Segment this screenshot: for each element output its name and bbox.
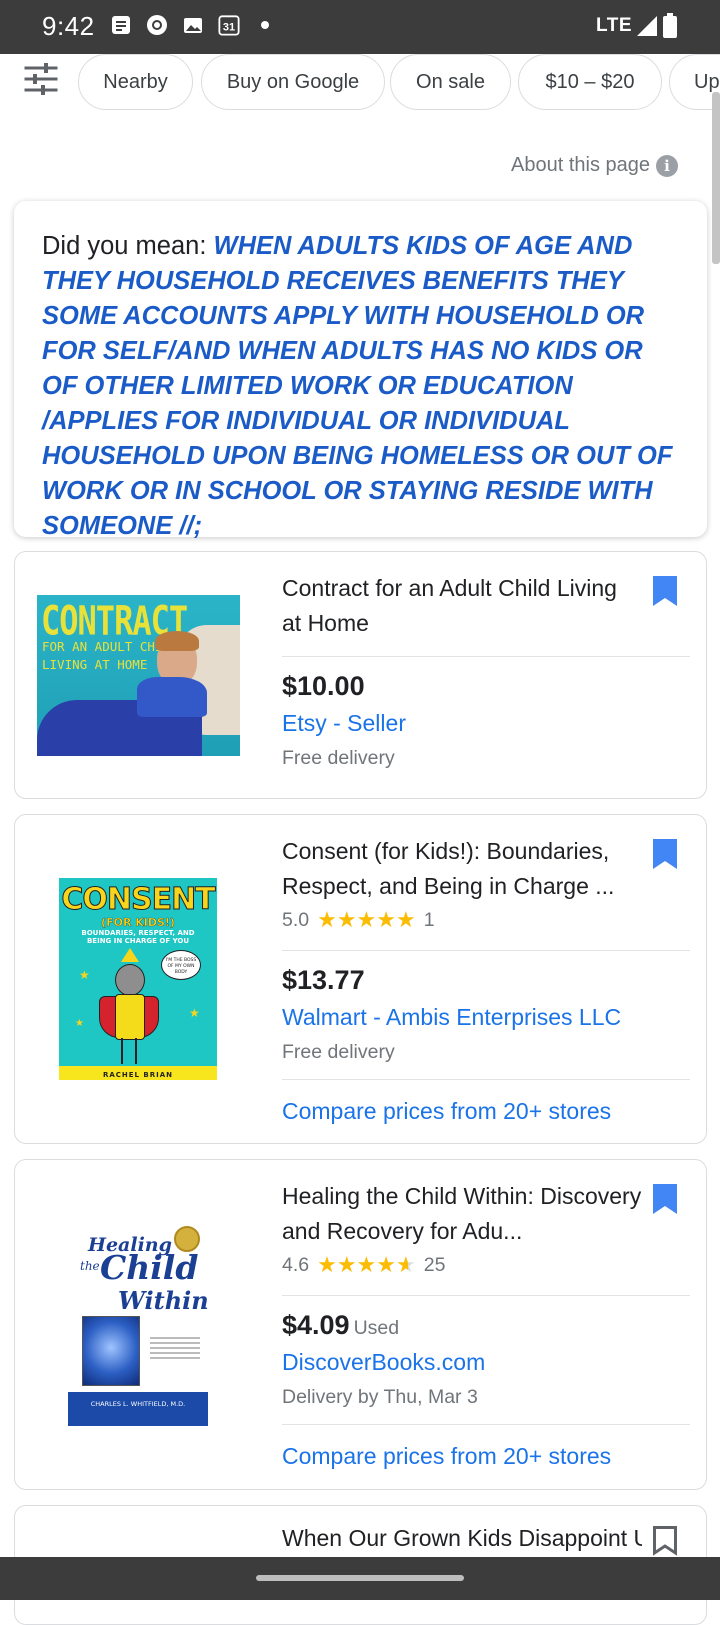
chip-buy-on-google[interactable]: Buy on Google (201, 54, 385, 110)
divider (282, 950, 690, 951)
product-seller[interactable]: Etsy - Seller (282, 710, 406, 737)
home-gesture-pill[interactable] (256, 1575, 464, 1581)
chrome-icon (147, 15, 167, 35)
product-card[interactable]: CONSENT (FOR KIDS!) BOUNDARIES, RESPECT,… (14, 814, 707, 1144)
cover-subtitle-2: LIVING AT HOME (42, 657, 148, 672)
filter-chips-row: Nearby Buy on Google On sale $10 – $20 U… (0, 54, 720, 111)
product-price: $4.09 Used (282, 1310, 399, 1341)
info-icon: i (656, 154, 678, 177)
product-condition: Used (353, 1317, 400, 1339)
product-title[interactable]: Contract for an Adult Child Living at Ho… (282, 571, 642, 641)
divider (282, 656, 690, 657)
star-rating-icon: ★★★★★ (317, 907, 416, 932)
product-image: CONSENT (FOR KIDS!) BOUNDARIES, RESPECT,… (59, 878, 217, 1080)
cover-tagline: BOUNDARIES, RESPECT, AND BEING IN CHARGE… (81, 929, 195, 945)
status-bar: 9:42 31 LTE (0, 0, 720, 54)
compare-prices-link[interactable]: Compare prices from 20+ stores (282, 1443, 611, 1470)
calendar-day: 31 (223, 22, 235, 34)
filter-tune-icon[interactable] (24, 62, 58, 96)
cover-title-3: Child (100, 1248, 199, 1287)
product-rating: 4.6 ★★★★★ 25 (282, 1252, 445, 1278)
divider (282, 1295, 690, 1296)
chip-nearby[interactable]: Nearby (78, 54, 193, 110)
navigation-bar (0, 1557, 720, 1600)
cover-speech-bubble: I'M THE BOSS OF MY OWN BODY (161, 950, 201, 980)
notification-icons: 31 (110, 14, 276, 36)
product-seller[interactable]: DiscoverBooks.com (282, 1349, 485, 1376)
status-right: LTE (596, 13, 678, 39)
product-image: CONTRACT FOR AN ADULT CHILD LIVING AT HO… (37, 595, 240, 756)
rating-value: 4.6 (282, 1253, 310, 1276)
did-you-mean-prefix: Did you mean: (42, 232, 214, 260)
product-seller[interactable]: Walmart - Ambis Enterprises LLC (282, 1004, 621, 1031)
bookmark-outline-icon[interactable] (652, 1525, 678, 1557)
product-price: $10.00 (282, 671, 365, 701)
bookmark-icon[interactable] (652, 838, 678, 870)
star-rating-icon: ★★★★★ (317, 1252, 416, 1277)
about-this-page[interactable]: About this page i (511, 154, 678, 177)
battery-icon (663, 13, 677, 38)
did-you-mean-text: Did you mean: WHEN ADULTS KIDS OF AGE AN… (42, 229, 680, 544)
photos-icon (184, 18, 202, 33)
cover-title: CONSENT (61, 882, 216, 918)
calendar-icon: 31 (218, 15, 240, 36)
bookmark-icon[interactable] (652, 575, 678, 607)
cover-subtitle: (FOR KIDS!) (101, 916, 175, 929)
did-you-mean-query[interactable]: WHEN ADULTS KIDS OF AGE AND THEY HOUSEHO… (42, 232, 672, 540)
dot-icon (261, 21, 269, 29)
product-card[interactable]: Healing the Child Within CHARLES L. WHIT… (14, 1159, 707, 1490)
signal-icon (637, 16, 657, 36)
price-value: $4.09 (282, 1310, 350, 1340)
product-delivery: Free delivery (282, 747, 395, 769)
cover-title-2: the (80, 1259, 100, 1273)
status-time: 9:42 (42, 11, 95, 41)
product-card[interactable]: CONTRACT FOR AN ADULT CHILD LIVING AT HO… (14, 551, 707, 799)
review-count: 1 (423, 908, 435, 931)
divider (282, 1079, 690, 1080)
bookmark-icon[interactable] (652, 1183, 678, 1215)
product-rating: 5.0 ★★★★★ 1 (282, 907, 435, 933)
chip-price-range[interactable]: $10 – $20 (518, 54, 662, 110)
scrollbar[interactable] (712, 92, 720, 264)
product-title[interactable]: Consent (for Kids!): Boundaries, Respect… (282, 834, 642, 904)
cover-title-4: Within (118, 1286, 208, 1315)
product-image: Healing the Child Within CHARLES L. WHIT… (68, 1224, 208, 1426)
product-delivery: Free delivery (282, 1041, 395, 1063)
product-delivery: Delivery by Thu, Mar 3 (282, 1386, 478, 1408)
product-title[interactable]: When Our Grown Kids Disappoint Us (282, 1521, 642, 1556)
message-icon (112, 16, 130, 34)
review-count: 25 (423, 1253, 446, 1276)
product-price: $13.77 (282, 965, 365, 995)
network-type: LTE (596, 15, 632, 36)
divider (282, 1424, 690, 1425)
cover-author: RACHEL BRIAN (102, 1071, 174, 1079)
did-you-mean-card: Did you mean: WHEN ADULTS KIDS OF AGE AN… (14, 201, 707, 540)
product-title[interactable]: Healing the Child Within: Discovery and … (282, 1179, 642, 1249)
cover-author: CHARLES L. WHITFIELD, M.D. (90, 1400, 186, 1408)
about-label: About this page (511, 154, 650, 176)
compare-prices-link[interactable]: Compare prices from 20+ stores (282, 1098, 611, 1125)
chip-on-sale[interactable]: On sale (390, 54, 511, 110)
rating-value: 5.0 (282, 908, 310, 931)
